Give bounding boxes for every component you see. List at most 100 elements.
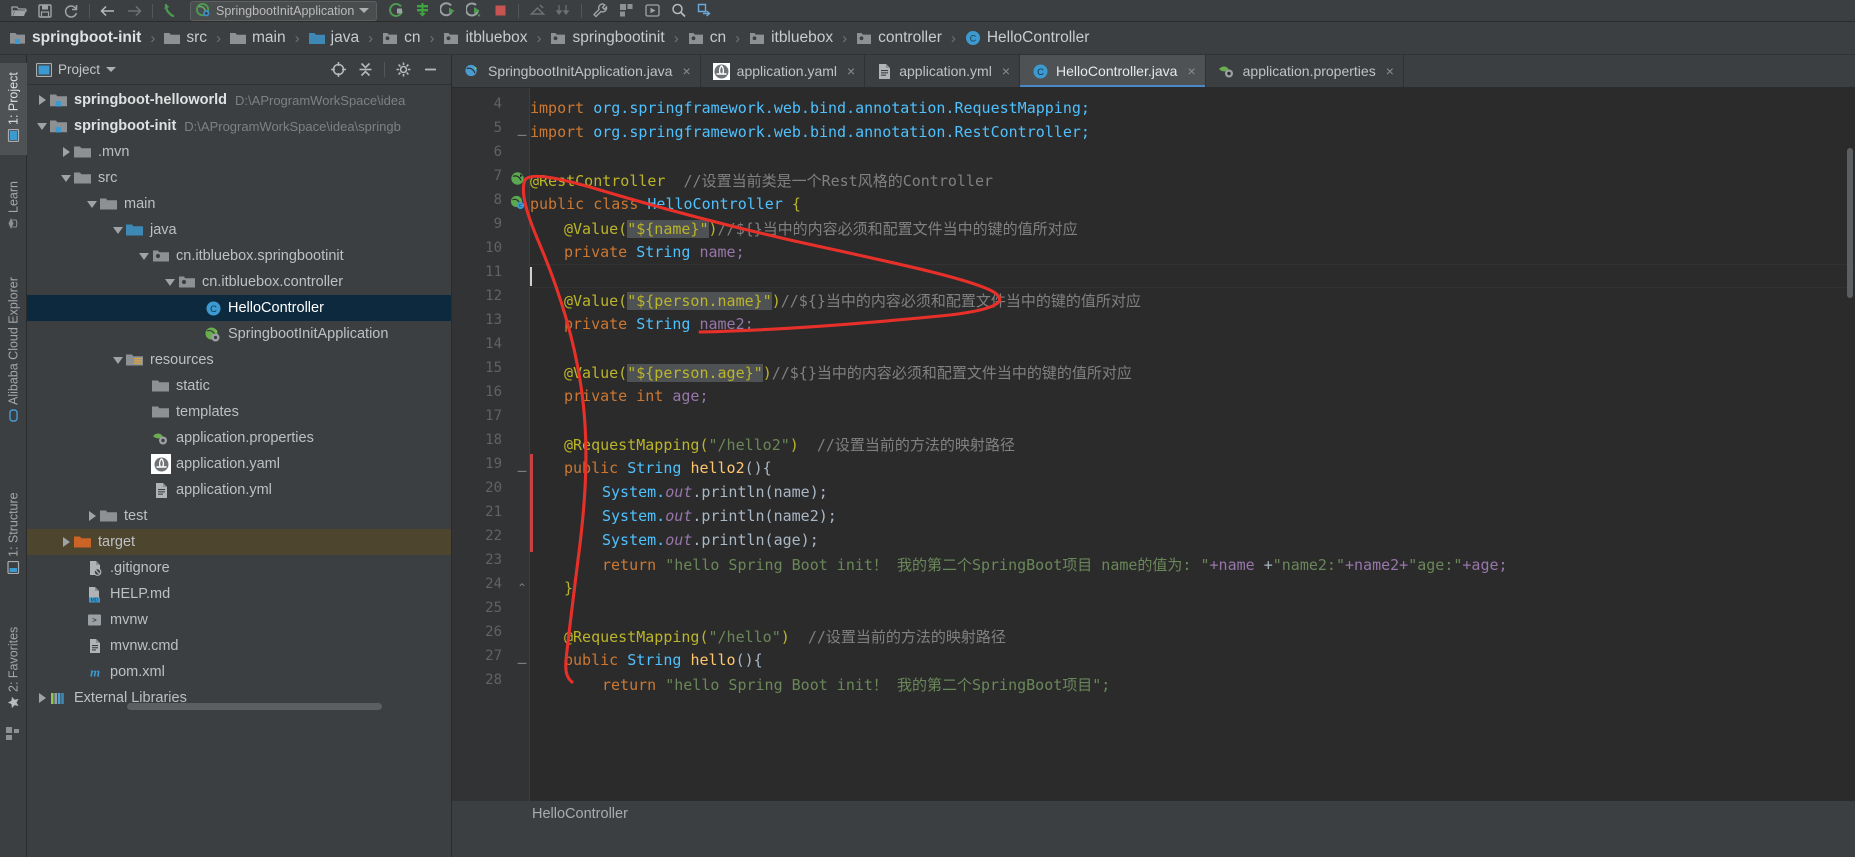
collapse-arrow-down-icon[interactable]: [85, 191, 99, 217]
sidebar-item-favorites[interactable]: 2: Favorites: [0, 611, 27, 727]
code-string: "hello Spring Boot init！ 我的第二个SpringBoot…: [665, 675, 1111, 694]
tab-hellocontroller-java[interactable]: C HelloController.java ×: [1020, 55, 1206, 87]
notifications-icon[interactable]: [691, 0, 717, 22]
navigate-forward-icon[interactable]: [121, 0, 147, 22]
tab-springbootinitapplication-java[interactable]: SpringbootInitApplication.java ×: [452, 55, 701, 87]
tree-row-static[interactable]: static: [27, 373, 451, 399]
tree-row-templates[interactable]: templates: [27, 399, 451, 425]
tree-row-application-yaml[interactable]: application.yaml: [27, 451, 451, 477]
tree-row-src[interactable]: src: [27, 165, 451, 191]
breadcrumb-item-cn[interactable]: cn: [382, 29, 420, 47]
update-app-icon[interactable]: [524, 0, 550, 22]
tab-application-properties[interactable]: application.properties ×: [1205, 55, 1404, 87]
stop-icon[interactable]: [487, 0, 513, 22]
sidebar-item-learn[interactable]: Learn: [0, 170, 27, 244]
tree-row-application-yml[interactable]: application.yml: [27, 477, 451, 503]
breadcrumb-separator: ›: [429, 29, 435, 47]
run-icon[interactable]: [383, 0, 409, 22]
close-icon[interactable]: ×: [844, 64, 855, 78]
breadcrumb-item-src[interactable]: src: [164, 29, 207, 47]
tree-row-test[interactable]: test: [27, 503, 451, 529]
expand-arrow-right-icon[interactable]: [35, 685, 49, 711]
editor-vertical-scrollbar[interactable]: [1845, 88, 1855, 801]
build-icon[interactable]: [409, 0, 435, 22]
project-panel-horizontal-scrollbar[interactable]: [127, 703, 382, 710]
search-everywhere-icon[interactable]: [665, 0, 691, 22]
settings-gear-icon[interactable]: [395, 61, 412, 78]
tree-label: templates: [176, 404, 239, 420]
collapse-arrow-down-icon[interactable]: [137, 243, 151, 269]
open-folder-icon[interactable]: [6, 0, 32, 22]
collapse-arrow-down-icon[interactable]: [163, 269, 177, 295]
breadcrumb-item-controller[interactable]: controller: [856, 29, 942, 47]
tree-row-hellocontroller[interactable]: C HelloController: [27, 295, 451, 321]
tree-row-pom-xml[interactable]: m pom.xml: [27, 659, 451, 685]
tree-row-gitignore[interactable]: .gitignore: [27, 555, 451, 581]
sidebar-item-project[interactable]: 1: Project: [0, 63, 27, 155]
tree-row-resources[interactable]: resources: [27, 347, 451, 373]
expand-arrow-right-icon[interactable]: [85, 503, 99, 529]
project-tree: springboot-helloworld D:\AProgramWorkSpa…: [27, 85, 451, 711]
run-with-coverage-icon[interactable]: [461, 0, 487, 22]
tree-row-target[interactable]: target: [27, 529, 451, 555]
debug-icon[interactable]: [435, 0, 461, 22]
close-icon[interactable]: ×: [999, 64, 1010, 78]
scrollbar-thumb[interactable]: [1847, 148, 1853, 298]
tree-row-springboot-init[interactable]: springboot-init D:\AProgramWorkSpace\ide…: [27, 113, 451, 139]
expand-arrow-right-icon[interactable]: [35, 87, 49, 113]
tree-row-mvn[interactable]: .mvn: [27, 139, 451, 165]
tab-label: application.yml: [899, 63, 992, 79]
sidebar-item-alibaba-cloud-explorer[interactable]: Alibaba Cloud Explorer: [0, 251, 27, 451]
tree-row-springboot-helloworld[interactable]: springboot-helloworld D:\AProgramWorkSpa…: [27, 87, 451, 113]
breadcrumb-item-itbluebox[interactable]: itbluebox: [443, 29, 527, 47]
tree-row-mvnw-cmd[interactable]: mvnw.cmd: [27, 633, 451, 659]
navigate-back-icon[interactable]: [95, 0, 121, 22]
sync-refresh-icon[interactable]: [58, 0, 84, 22]
chevron-down-icon[interactable]: [106, 67, 117, 72]
tree-row-cn-itbluebox-springbootinit[interactable]: cn.itbluebox.springbootinit: [27, 243, 451, 269]
tree-row-help-md[interactable]: MD HELP.md: [27, 581, 451, 607]
hide-panel-icon[interactable]: [422, 61, 439, 78]
breadcrumb-item-cn-2[interactable]: cn: [688, 29, 726, 47]
breadcrumb-item-main[interactable]: main: [230, 29, 286, 47]
tree-row-springbootinitapplication[interactable]: SpringbootInitApplication: [27, 321, 451, 347]
collapse-all-icon[interactable]: [357, 61, 374, 78]
chevron-down-icon[interactable]: [359, 8, 370, 13]
collapse-arrow-down-icon[interactable]: [111, 217, 125, 243]
tab-application-yaml[interactable]: application.yaml ×: [700, 55, 866, 87]
sidebar-item-structure[interactable]: 1: Structure: [0, 479, 27, 591]
run-configuration-selector[interactable]: SpringbootInitApplication: [190, 0, 378, 21]
breadcrumb-item-itbluebox-2[interactable]: itbluebox: [749, 29, 833, 47]
close-icon[interactable]: ×: [679, 64, 690, 78]
collapse-arrow-down-icon[interactable]: [111, 347, 125, 373]
code-editor[interactable]: 4 5 6 7 8 9 10 11 12 13 14 15 16 17 18 1…: [452, 88, 1855, 801]
tree-row-application-properties[interactable]: application.properties: [27, 425, 451, 451]
rail-label-favorites: 2: Favorites: [6, 626, 21, 692]
breadcrumb-item-springboot-init[interactable]: springboot-init: [10, 29, 141, 47]
breadcrumb-item-java[interactable]: java: [308, 29, 359, 47]
close-icon[interactable]: ×: [1184, 64, 1195, 78]
folder-icon: [230, 32, 247, 45]
tree-row-main[interactable]: main: [27, 191, 451, 217]
breadcrumb-item-hellocontroller[interactable]: C HelloController: [965, 29, 1089, 47]
code-line-12: @Value("${person.name}")//${}当中的内容必须和配置文…: [452, 288, 1855, 312]
favorites-star-icon: [7, 696, 20, 709]
pull-icon[interactable]: [550, 0, 576, 22]
tree-row-java[interactable]: java: [27, 217, 451, 243]
undo-icon[interactable]: [158, 0, 184, 22]
expand-arrow-right-icon[interactable]: [59, 139, 73, 165]
collapse-arrow-down-icon[interactable]: [59, 165, 73, 191]
play-green-icon[interactable]: [639, 0, 665, 22]
expand-arrow-right-icon[interactable]: [59, 529, 73, 555]
tree-row-mvnw[interactable]: > mvnw: [27, 607, 451, 633]
collapse-arrow-down-icon[interactable]: [35, 113, 49, 139]
select-opened-file-icon[interactable]: [330, 61, 347, 78]
tree-label: application.properties: [176, 430, 314, 446]
project-structure-icon[interactable]: [613, 0, 639, 22]
save-all-icon[interactable]: [32, 0, 58, 22]
tab-application-yml[interactable]: application.yml ×: [865, 55, 1021, 87]
tree-row-cn-itbluebox-controller[interactable]: cn.itbluebox.controller: [27, 269, 451, 295]
breadcrumb-item-springbootinit[interactable]: springbootinit: [550, 29, 665, 47]
settings-wrench-icon[interactable]: [587, 0, 613, 22]
close-icon[interactable]: ×: [1383, 64, 1394, 78]
